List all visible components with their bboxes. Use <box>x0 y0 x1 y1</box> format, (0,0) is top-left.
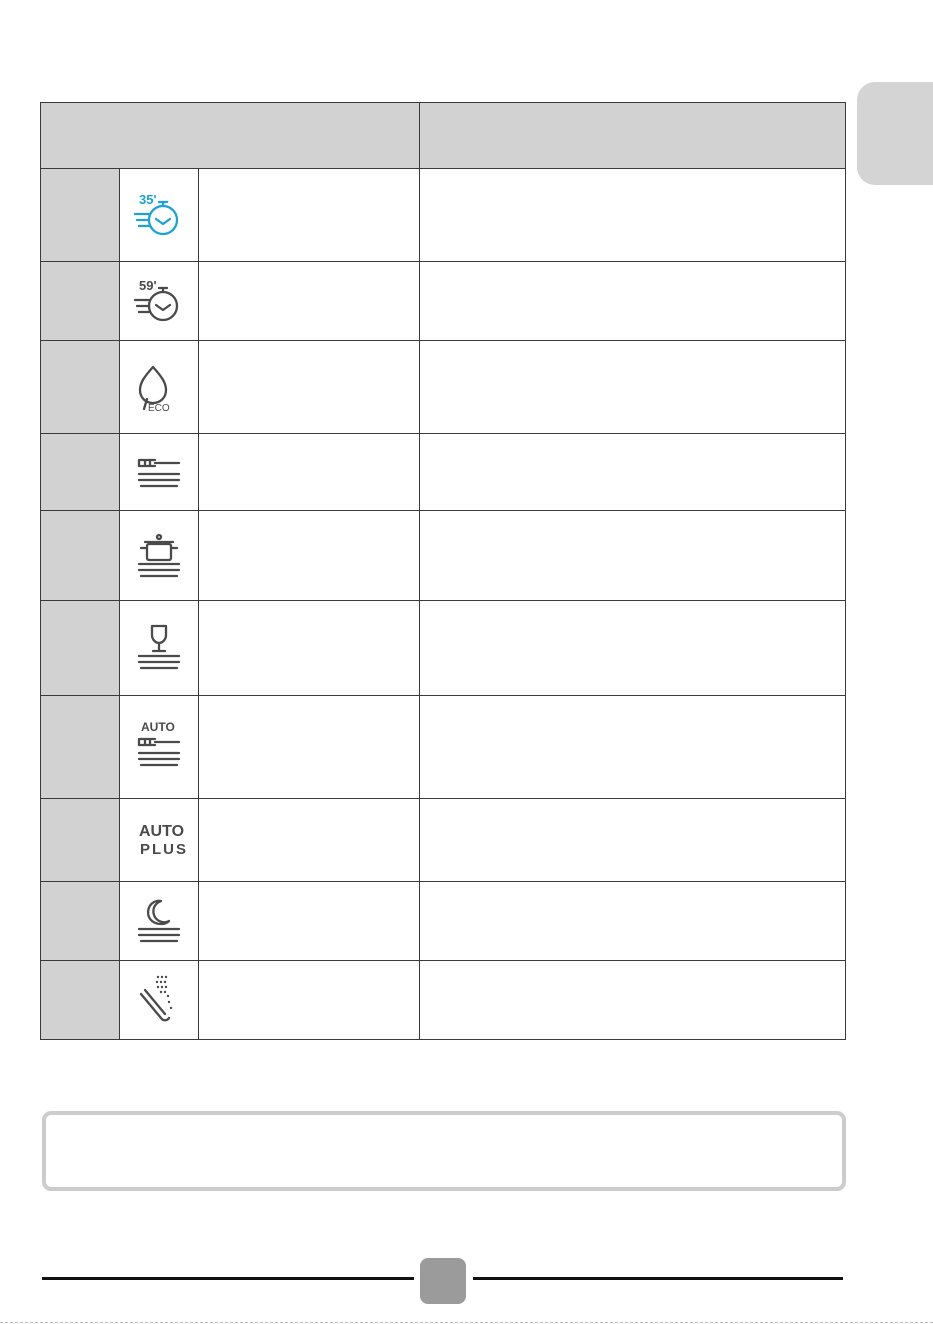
night-moon-plates-icon <box>137 899 181 943</box>
program-number <box>40 600 120 696</box>
program-icon-cell: 59' <box>119 261 199 341</box>
program-description <box>419 168 847 262</box>
program-name <box>197 798 421 882</box>
program-number <box>40 798 120 882</box>
program-name <box>197 168 421 262</box>
table-row: AUTO <box>40 695 847 799</box>
program-icon-cell <box>119 881 199 961</box>
glass-plates-icon <box>137 624 181 670</box>
quick-35-min-icon: 35' <box>133 192 179 236</box>
program-description <box>419 798 847 882</box>
table-row <box>40 600 847 696</box>
program-description <box>419 261 847 341</box>
program-icon-cell <box>119 600 199 696</box>
auto-plus-icon: AUTO PLUS <box>139 823 187 858</box>
table-row: ECO <box>40 340 847 434</box>
program-description <box>419 600 847 696</box>
program-number <box>40 433 120 511</box>
program-name <box>197 261 421 341</box>
program-description <box>419 960 847 1040</box>
program-number <box>40 960 120 1040</box>
footer-divider-left <box>42 1277 414 1280</box>
program-number <box>40 881 120 961</box>
program-name <box>197 960 421 1040</box>
program-icon-cell <box>119 433 199 511</box>
program-icon-cell: 35' <box>119 168 199 262</box>
program-icon-cell: AUTO <box>119 695 199 799</box>
svg-text:PLUS: PLUS <box>140 841 187 858</box>
program-icon-cell <box>119 510 199 601</box>
program-icon-cell: AUTO PLUS <box>119 798 199 882</box>
program-name <box>197 600 421 696</box>
program-number <box>40 510 120 601</box>
svg-text:ECO: ECO <box>148 403 170 413</box>
program-description <box>419 510 847 601</box>
auto-fork-plates-icon: AUTO <box>137 720 181 767</box>
program-name <box>197 433 421 511</box>
svg-text:35': 35' <box>139 192 157 207</box>
table-row <box>40 510 847 601</box>
page-number-badge <box>420 1258 466 1304</box>
table-row: AUTO PLUS <box>40 798 847 882</box>
svg-text:AUTO: AUTO <box>139 823 184 840</box>
table-row: 59' <box>40 261 847 341</box>
table-row <box>40 960 847 1040</box>
pot-plates-icon <box>137 533 181 577</box>
table-row <box>40 881 847 961</box>
program-name <box>197 881 421 961</box>
cut-line <box>0 1322 933 1323</box>
table-row: 35' <box>40 168 847 262</box>
program-name <box>197 340 421 434</box>
header-program <box>39 102 421 169</box>
program-description <box>419 881 847 961</box>
footer-divider-right <box>473 1277 843 1280</box>
program-number <box>40 168 120 262</box>
program-name <box>197 510 421 601</box>
rinse-spray-icon <box>139 975 173 1022</box>
program-description <box>419 433 847 511</box>
table-row <box>40 433 847 511</box>
svg-text:AUTO: AUTO <box>141 720 175 734</box>
program-name <box>197 695 421 799</box>
program-icon-cell: ECO <box>119 340 199 434</box>
program-table: 35' 59' ECO AUTO AUTO PLUS <box>39 102 847 1040</box>
svg-text:59': 59' <box>139 278 157 293</box>
eco-leaf-icon: ECO <box>138 365 170 413</box>
program-number <box>40 340 120 434</box>
table-header-row <box>39 102 847 169</box>
program-number <box>40 261 120 341</box>
header-description <box>419 102 847 169</box>
note-box <box>42 1111 846 1191</box>
program-description <box>419 340 847 434</box>
language-tab <box>857 82 933 185</box>
quick-59-min-icon: 59' <box>133 278 179 322</box>
fork-plates-icon <box>137 458 181 488</box>
program-description <box>419 695 847 799</box>
program-number <box>40 695 120 799</box>
program-icon-cell <box>119 960 199 1040</box>
